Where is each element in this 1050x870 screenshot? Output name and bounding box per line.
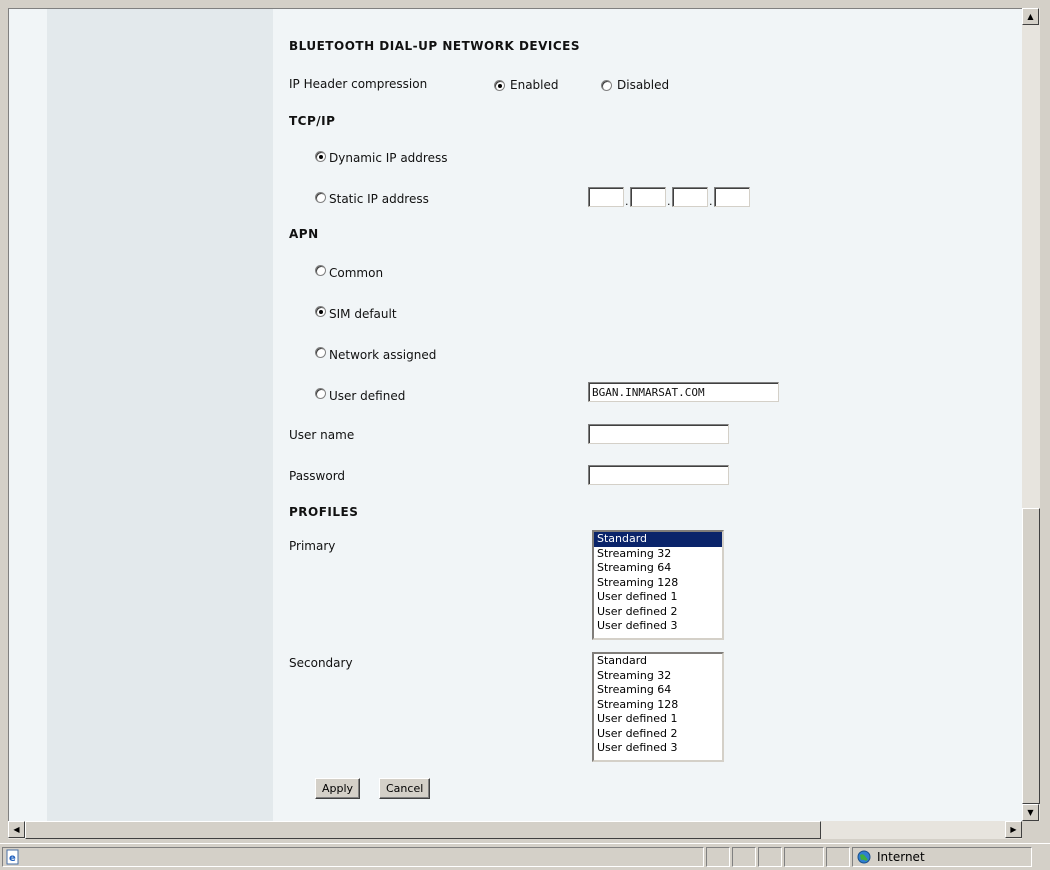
ip-header-enabled-label: Enabled <box>510 78 559 92</box>
apply-button[interactable]: Apply <box>315 778 361 799</box>
vertical-scroll-thumb[interactable] <box>1022 508 1040 804</box>
scroll-left-arrow-icon: ◀ <box>13 825 20 834</box>
horizontal-scroll-thumb[interactable] <box>25 821 821 839</box>
status-pane <box>826 847 850 867</box>
section-title-bluetooth: BLUETOOTH DIAL-UP NETWORK DEVICES <box>289 39 580 53</box>
section-title-apn: APN <box>289 227 319 241</box>
listbox-option[interactable]: User defined 2 <box>594 727 722 742</box>
listbox-option[interactable]: User defined 3 <box>594 619 722 634</box>
ip-separator: . <box>709 195 713 208</box>
listbox-option[interactable]: Streaming 32 <box>594 669 722 684</box>
ip-separator: . <box>667 195 671 208</box>
primary-profile-label: Primary <box>289 539 336 553</box>
status-bar: e Internet <box>0 843 1050 870</box>
listbox-option[interactable]: User defined 1 <box>594 712 722 727</box>
radio-dynamic-ip[interactable] <box>315 151 326 162</box>
listbox-option[interactable]: Streaming 128 <box>594 698 722 713</box>
zone-pane: Internet <box>852 847 1032 867</box>
username-label: User name <box>289 428 355 442</box>
static-ip-octet-4[interactable] <box>714 187 750 207</box>
status-text-pane: e <box>2 847 704 867</box>
radio-apn-network-assigned[interactable] <box>315 347 326 358</box>
listbox-option[interactable]: Streaming 32 <box>594 547 722 562</box>
listbox-option[interactable]: User defined 2 <box>594 605 722 620</box>
vertical-scrollbar[interactable]: ▲ ▼ <box>1022 8 1040 821</box>
listbox-option[interactable]: Streaming 64 <box>594 561 722 576</box>
password-input[interactable] <box>588 465 729 485</box>
secondary-profile-listbox[interactable]: Standard Streaming 32 Streaming 64 Strea… <box>592 652 724 762</box>
navigation-column <box>47 9 273 822</box>
static-ip-octet-3[interactable] <box>672 187 708 207</box>
listbox-option[interactable]: User defined 1 <box>594 590 722 605</box>
scrollbar-corner <box>1022 821 1040 839</box>
dynamic-ip-label: Dynamic IP address <box>329 151 448 165</box>
status-pane <box>784 847 824 867</box>
page-viewport: BLUETOOTH DIAL-UP NETWORK DEVICES IP Hea… <box>8 8 1023 822</box>
static-ip-octet-1[interactable] <box>588 187 624 207</box>
apn-user-defined-input[interactable] <box>588 382 779 402</box>
scroll-down-button[interactable]: ▼ <box>1022 804 1039 821</box>
scroll-left-button[interactable]: ◀ <box>8 821 25 838</box>
scroll-up-button[interactable]: ▲ <box>1022 8 1039 25</box>
section-title-tcpip: TCP/IP <box>289 114 336 128</box>
svg-text:e: e <box>9 853 16 864</box>
password-label: Password <box>289 469 346 483</box>
username-input[interactable] <box>588 424 729 444</box>
section-title-profiles: PROFILES <box>289 505 359 519</box>
secondary-profile-label: Secondary <box>289 656 353 670</box>
status-pane <box>732 847 756 867</box>
apn-common-label: Common <box>329 266 384 280</box>
ip-header-label: IP Header compression <box>289 77 428 91</box>
ip-separator: . <box>625 195 629 208</box>
listbox-option[interactable]: Standard <box>594 654 722 669</box>
radio-apn-user-defined[interactable] <box>315 388 326 399</box>
apn-user-defined-label: User defined <box>329 389 406 403</box>
apn-network-assigned-label: Network assigned <box>329 348 437 362</box>
radio-ip-header-enabled[interactable] <box>494 80 505 91</box>
listbox-option[interactable]: User defined 3 <box>594 741 722 756</box>
apn-sim-default-label: SIM default <box>329 307 397 321</box>
scroll-down-arrow-icon: ▼ <box>1027 808 1034 817</box>
static-ip-octet-2[interactable] <box>630 187 666 207</box>
static-ip-label: Static IP address <box>329 192 429 206</box>
radio-ip-header-disabled[interactable] <box>601 80 612 91</box>
globe-icon <box>857 850 871 864</box>
ip-header-disabled-label: Disabled <box>617 78 670 92</box>
listbox-option[interactable]: Streaming 128 <box>594 576 722 591</box>
horizontal-scrollbar[interactable]: ◀ ▶ <box>8 821 1022 839</box>
status-pane <box>706 847 730 867</box>
cancel-button[interactable]: Cancel <box>379 778 431 799</box>
primary-profile-listbox[interactable]: Standard Streaming 32 Streaming 64 Strea… <box>592 530 724 640</box>
scroll-right-button[interactable]: ▶ <box>1005 821 1022 838</box>
radio-apn-common[interactable] <box>315 265 326 276</box>
scroll-right-arrow-icon: ▶ <box>1010 825 1017 834</box>
ie-page-icon: e <box>6 849 19 865</box>
listbox-option[interactable]: Streaming 64 <box>594 683 722 698</box>
left-margin <box>9 9 47 822</box>
zone-label: Internet <box>877 850 925 864</box>
status-pane <box>758 847 782 867</box>
radio-static-ip[interactable] <box>315 192 326 203</box>
settings-form: BLUETOOTH DIAL-UP NETWORK DEVICES IP Hea… <box>281 9 1001 822</box>
listbox-option[interactable]: Standard <box>594 532 722 547</box>
scroll-up-arrow-icon: ▲ <box>1027 12 1034 21</box>
radio-apn-sim-default[interactable] <box>315 306 326 317</box>
